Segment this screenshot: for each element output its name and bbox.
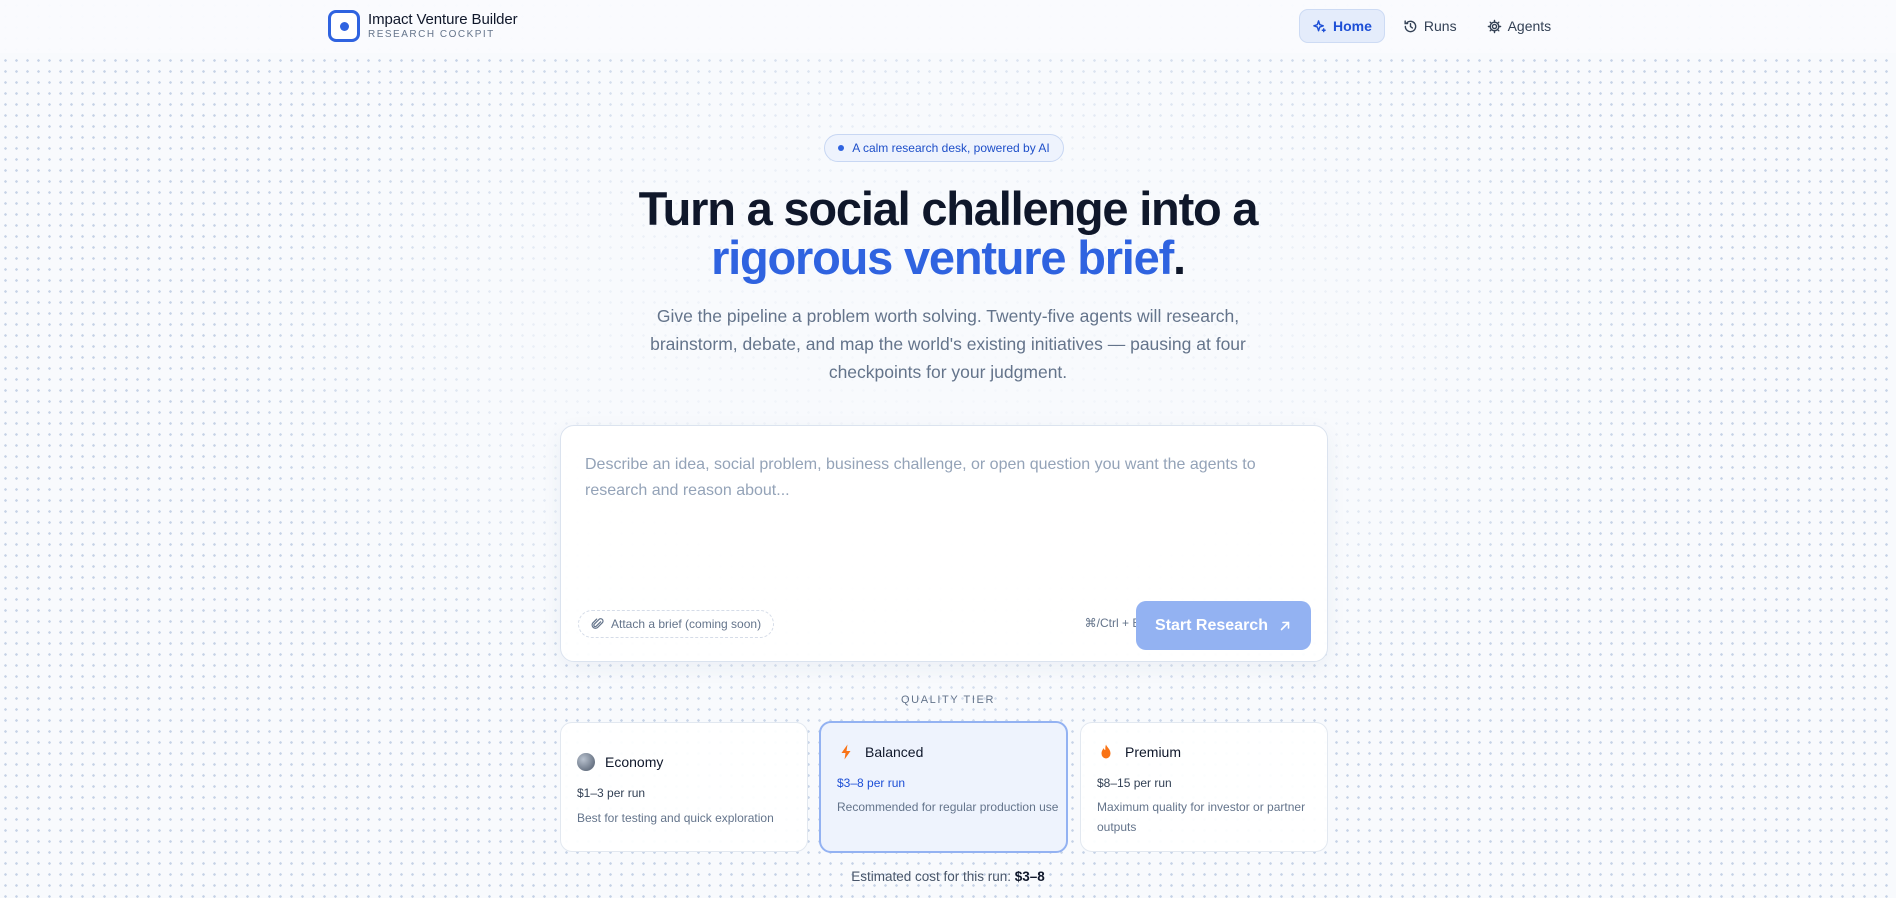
tier-price: $8–15 per run xyxy=(1097,776,1172,790)
brand-subtitle: RESEARCH COCKPIT xyxy=(368,29,495,40)
moon-icon xyxy=(577,753,595,771)
nav-agents[interactable]: Agents xyxy=(1475,9,1564,43)
tagline-text: A calm research desk, powered by AI xyxy=(852,141,1050,155)
main-nav: Home Runs Agents xyxy=(1299,9,1563,43)
lightning-icon xyxy=(841,744,851,760)
tier-balanced-card[interactable]: Balanced $3–8 per run Recommended for re… xyxy=(819,721,1068,853)
flame-icon xyxy=(1101,744,1111,759)
pill-dot xyxy=(838,145,845,151)
tier-price: $1–3 per run xyxy=(577,786,646,800)
hero-description: Give the pipeline a problem worth solvin… xyxy=(650,306,1246,382)
brand[interactable]: Impact Venture Builder RESEARCH COCKPIT xyxy=(328,10,518,42)
headline-line-1: Turn a social challenge into a xyxy=(638,182,1259,235)
tier-description: Best for testing and quick exploration xyxy=(577,811,774,825)
estimate-value: $3–8 xyxy=(1014,869,1045,884)
tier-name: Balanced xyxy=(865,744,924,760)
gear-icon xyxy=(1487,19,1501,33)
tier-description: Maximum quality for investor or partner … xyxy=(1097,800,1306,834)
arrow-up-right-icon xyxy=(1280,621,1290,630)
tagline-pill: A calm research desk, powered by AI xyxy=(824,134,1064,162)
brand-logo-icon xyxy=(328,10,360,42)
attach-brief-button[interactable]: Attach a brief (coming soon) xyxy=(578,610,775,638)
start-research-label: Start Research xyxy=(1155,616,1268,634)
tier-name: Premium xyxy=(1125,744,1182,760)
quality-tier-label: QUALITY TIER xyxy=(901,694,995,706)
tier-description: Recommended for regular production use xyxy=(837,800,1059,814)
headline-accent: rigorous venture brief xyxy=(711,231,1174,284)
nav-home-label: Home xyxy=(1333,18,1372,34)
tier-economy-card[interactable]: Economy $1–3 per run Best for testing an… xyxy=(560,722,808,852)
sparkle-icon xyxy=(1313,19,1326,32)
research-prompt-input[interactable] xyxy=(585,452,1285,602)
nav-runs-label: Runs xyxy=(1423,18,1457,34)
headline-end: . xyxy=(1173,231,1186,284)
tier-name: Economy xyxy=(605,754,664,770)
tier-premium-card[interactable]: Premium $8–15 per run Maximum quality fo… xyxy=(1080,722,1328,852)
cost-estimate: Estimated cost for this run: $3–8 xyxy=(748,869,1148,884)
nav-runs[interactable]: Runs xyxy=(1391,9,1469,43)
top-header: Impact Venture Builder RESEARCH COCKPIT … xyxy=(0,0,1896,53)
brand-title: Impact Venture Builder xyxy=(368,11,518,28)
attach-brief-label: Attach a brief (coming soon) xyxy=(611,617,762,631)
nav-agents-label: Agents xyxy=(1507,18,1552,34)
nav-home[interactable]: Home xyxy=(1299,9,1385,43)
page-title: Turn a social challenge into a rigorous … xyxy=(548,184,1348,282)
history-icon xyxy=(1404,19,1417,32)
start-research-button[interactable]: Start Research xyxy=(1136,601,1311,650)
estimate-prefix: Estimated cost for this run: xyxy=(851,869,1011,884)
composer-card: Attach a brief (coming soon) ⌘/Ctrl + En… xyxy=(560,425,1328,662)
tier-price: $3–8 per run xyxy=(837,776,906,790)
paperclip-icon xyxy=(591,618,604,629)
